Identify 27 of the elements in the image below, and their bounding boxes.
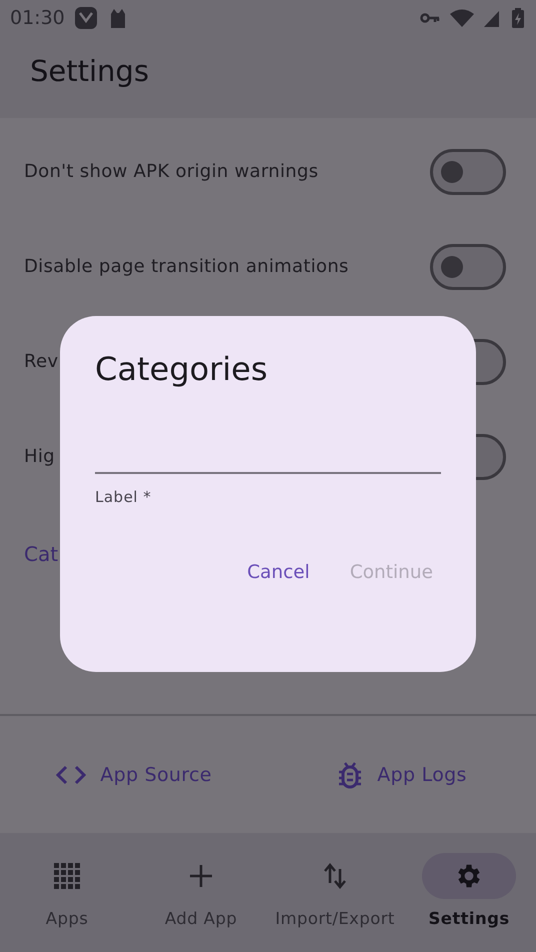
field-label: Label * [95,488,152,506]
nav-tab[interactable]: Apps [0,853,134,952]
toggle-switch[interactable] [430,244,506,290]
wifi-icon [450,9,474,27]
nav-tab[interactable]: Settings [402,853,536,952]
battery-icon [512,8,524,28]
setting-label: Rev [24,351,58,372]
nav-tab[interactable]: Import/Export [268,853,402,952]
section-heading: Cat [24,542,58,566]
signal-icon [484,9,502,27]
setting-label: Hig [24,446,55,467]
status-time: 01:30 [10,7,65,29]
dialog-title: Categories [95,350,268,388]
setting-label: Don't show APK origin warnings [24,161,318,182]
footer-link[interactable]: App Logs [268,760,536,788]
code-icon [56,764,86,784]
bug-icon [337,760,364,788]
dialog-button[interactable]: Cancel [239,554,318,591]
swap-arrows-icon [324,863,346,889]
nav-tab[interactable]: Add App [134,853,268,952]
page-title: Settings [29,53,150,88]
setting-label: Disable page transition animations [24,256,349,277]
toggle-switch[interactable] [430,148,506,194]
grid-icon [54,863,80,889]
footer-link[interactable]: App Source [0,764,268,786]
key-icon [420,12,440,24]
plus-icon [189,864,213,888]
